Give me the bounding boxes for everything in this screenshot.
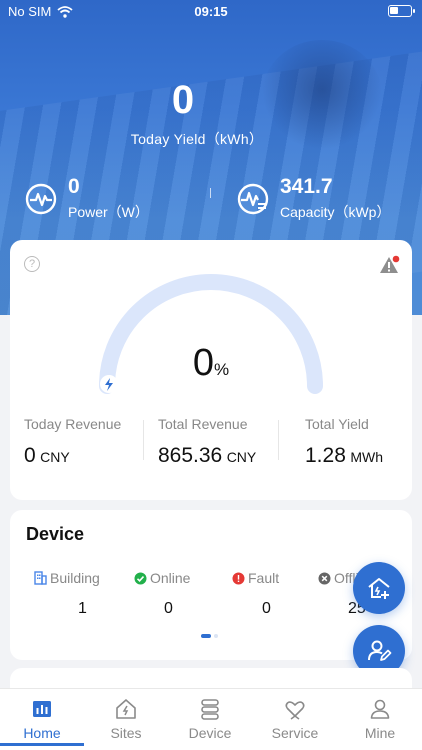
status-bar: No SIM 09:15 xyxy=(0,0,422,24)
tab-label: Device xyxy=(188,725,232,741)
person-icon xyxy=(370,699,390,719)
page-dot xyxy=(214,634,218,638)
chart-bars-icon xyxy=(33,701,51,717)
status-time: 09:15 xyxy=(194,4,228,19)
tab-device[interactable]: Device xyxy=(168,697,252,741)
page-indicator xyxy=(201,634,218,638)
device-stat-value: 1 xyxy=(78,600,87,617)
device-stat-label: Building xyxy=(50,570,100,586)
capacity-metric: 341.7 Capacity（kWp） xyxy=(236,175,390,222)
metric-divider xyxy=(210,188,211,198)
heart-hands-icon xyxy=(285,701,305,720)
device-title: Device xyxy=(26,524,85,544)
today-revenue-label: Today Revenue xyxy=(24,416,122,432)
tab-label: Sites xyxy=(110,725,142,741)
alarm-warning-icon[interactable] xyxy=(378,254,400,276)
total-revenue-unit: CNY xyxy=(226,449,257,465)
capacity-label: Capacity（kWp） xyxy=(280,204,391,220)
x-circle-icon xyxy=(318,572,331,584)
total-yield: Total Yield 1.28 MWh xyxy=(305,416,383,468)
device-stat-label: Online xyxy=(150,570,191,586)
user-edit-icon xyxy=(368,640,392,661)
tab-mine[interactable]: Mine xyxy=(338,697,422,741)
device-stat-value: 0 xyxy=(164,600,173,617)
gauge-percent-value: 0 xyxy=(192,342,214,384)
power-pulse-icon xyxy=(25,183,57,214)
stack-icon xyxy=(201,699,219,720)
tab-service[interactable]: Service xyxy=(253,697,337,741)
check-circle-icon xyxy=(134,572,147,584)
error-circle-icon xyxy=(232,572,245,584)
help-icon[interactable]: ? xyxy=(24,256,40,272)
tab-home[interactable]: Home xyxy=(0,697,84,741)
capacity-value: 341.7 xyxy=(280,175,333,198)
power-label: Power（W） xyxy=(68,204,149,220)
today-yield-label: Today Yield（kWh） xyxy=(130,131,264,147)
device-stat-label: Fault xyxy=(248,570,280,586)
today-revenue-unit: CNY xyxy=(40,449,70,465)
capacity-pulse-icon xyxy=(237,183,269,214)
device-stat-building[interactable]: Building 1 xyxy=(34,570,124,618)
total-revenue-label: Total Revenue xyxy=(158,416,248,432)
today-revenue-value: 0 xyxy=(24,444,36,467)
total-yield-unit: MWh xyxy=(350,449,383,465)
total-revenue-value: 865.36 xyxy=(158,444,223,467)
gauge-percent-unit: % xyxy=(214,360,230,379)
overview-card: ? 0% Today Revenue 0 CNY Total Revenue 8… xyxy=(10,240,412,500)
total-yield-value: 1.28 xyxy=(305,444,346,467)
power-metric: 0 Power（W） xyxy=(24,175,149,222)
total-revenue: Total Revenue 865.36 CNY xyxy=(158,416,256,468)
today-revenue: Today Revenue 0 CNY xyxy=(24,416,121,468)
today-yield: 0 Today Yield（kWh） xyxy=(0,78,422,149)
active-tab-indicator xyxy=(0,743,84,746)
building-icon xyxy=(34,571,47,585)
total-yield-label: Total Yield xyxy=(305,416,369,432)
battery-icon xyxy=(388,5,415,17)
today-yield-value: 0 xyxy=(171,78,195,122)
add-site-fab[interactable] xyxy=(353,562,405,614)
device-stat-fault[interactable]: Fault 0 xyxy=(232,570,322,618)
device-stat-online[interactable]: Online 0 xyxy=(134,570,224,618)
bottom-tab-bar: Home Sites Device Service Mine xyxy=(0,688,422,750)
revenue-divider xyxy=(278,420,279,460)
house-bolt-icon xyxy=(116,699,136,719)
house-plus-icon xyxy=(368,578,390,599)
tab-label: Mine xyxy=(364,725,396,741)
gauge-percent: 0% xyxy=(10,342,412,385)
device-card[interactable]: Device Building 1 Online 0 Fault 0 25 xyxy=(10,510,412,660)
revenue-divider xyxy=(143,420,144,460)
tab-label: Home xyxy=(23,725,61,741)
power-value: 0 xyxy=(68,175,80,198)
tab-sites[interactable]: Sites xyxy=(84,697,168,741)
tab-label: Service xyxy=(271,725,319,741)
page-dot-active xyxy=(201,634,211,638)
device-stat-value: 0 xyxy=(262,600,271,617)
